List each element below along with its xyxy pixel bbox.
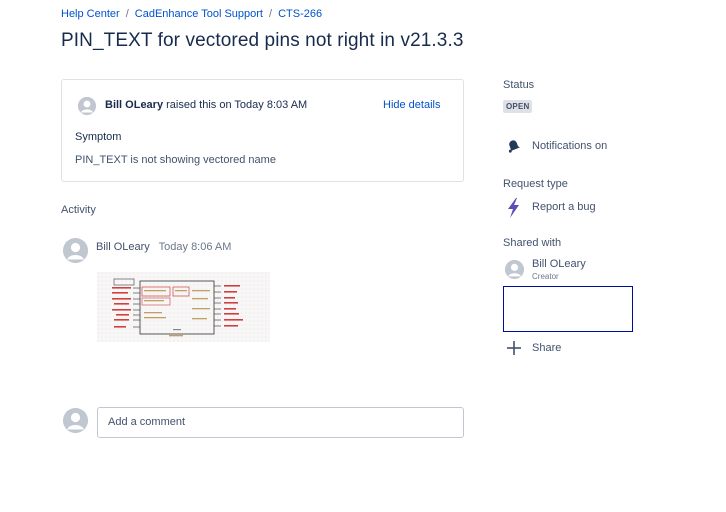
breadcrumb: Help Center / CadEnhance Tool Support / CTS-… bbox=[61, 8, 322, 20]
hide-details-button[interactable]: Hide details bbox=[383, 99, 440, 111]
status-label: Status bbox=[503, 79, 535, 91]
symptom-label: Symptom bbox=[75, 131, 122, 143]
request-details-card: Bill OLeary raised this on Today 8:03 AM… bbox=[61, 79, 464, 182]
breadcrumb-help-center[interactable]: Help Center bbox=[61, 8, 120, 20]
add-comment-input[interactable]: Add a comment bbox=[97, 407, 464, 438]
plus-icon[interactable] bbox=[506, 340, 522, 356]
comment-author[interactable]: Bill OLeary bbox=[96, 241, 150, 253]
shared-user-name: Bill OLeary bbox=[532, 258, 586, 270]
notification-bell-icon[interactable] bbox=[505, 138, 521, 154]
request-type-label: Request type bbox=[503, 178, 568, 190]
comment-time: Today 8:06 AM bbox=[158, 241, 232, 253]
breadcrumb-separator: / bbox=[125, 8, 129, 20]
symptom-value: PIN_TEXT is not showing vectored name bbox=[75, 154, 276, 166]
schematic-thumbnail-icon bbox=[97, 272, 270, 342]
lightning-bolt-icon bbox=[506, 198, 522, 218]
breadcrumb-project[interactable]: CadEnhance Tool Support bbox=[135, 8, 263, 20]
request-type-value: Report a bug bbox=[532, 201, 596, 213]
shared-user-role: Creator bbox=[532, 272, 559, 281]
breadcrumb-separator: / bbox=[269, 8, 273, 20]
request-author[interactable]: Bill OLeary bbox=[105, 99, 163, 111]
comment-author-avatar[interactable] bbox=[63, 238, 88, 263]
status-badge: OPEN bbox=[503, 100, 533, 113]
shared-with-label: Shared with bbox=[503, 237, 562, 249]
breadcrumb-issue-key[interactable]: CTS-266 bbox=[278, 8, 322, 20]
request-raised-text: raised this on Today 8:03 AM bbox=[166, 99, 308, 111]
comment-header: Bill OLeary Today 8:06 AM bbox=[96, 241, 231, 253]
activity-heading: Activity bbox=[61, 204, 96, 216]
share-field[interactable] bbox=[503, 286, 633, 332]
current-user-avatar bbox=[63, 408, 88, 433]
page-title: PIN_TEXT for vectored pins not right in … bbox=[61, 30, 464, 51]
notifications-toggle[interactable]: Notifications on bbox=[532, 140, 607, 152]
request-raised-info: Bill OLeary raised this on Today 8:03 AM bbox=[105, 99, 307, 111]
share-button[interactable]: Share bbox=[532, 342, 561, 354]
shared-user-avatar bbox=[505, 260, 524, 279]
author-avatar[interactable] bbox=[78, 97, 96, 115]
attachment-thumbnail[interactable] bbox=[97, 272, 270, 342]
